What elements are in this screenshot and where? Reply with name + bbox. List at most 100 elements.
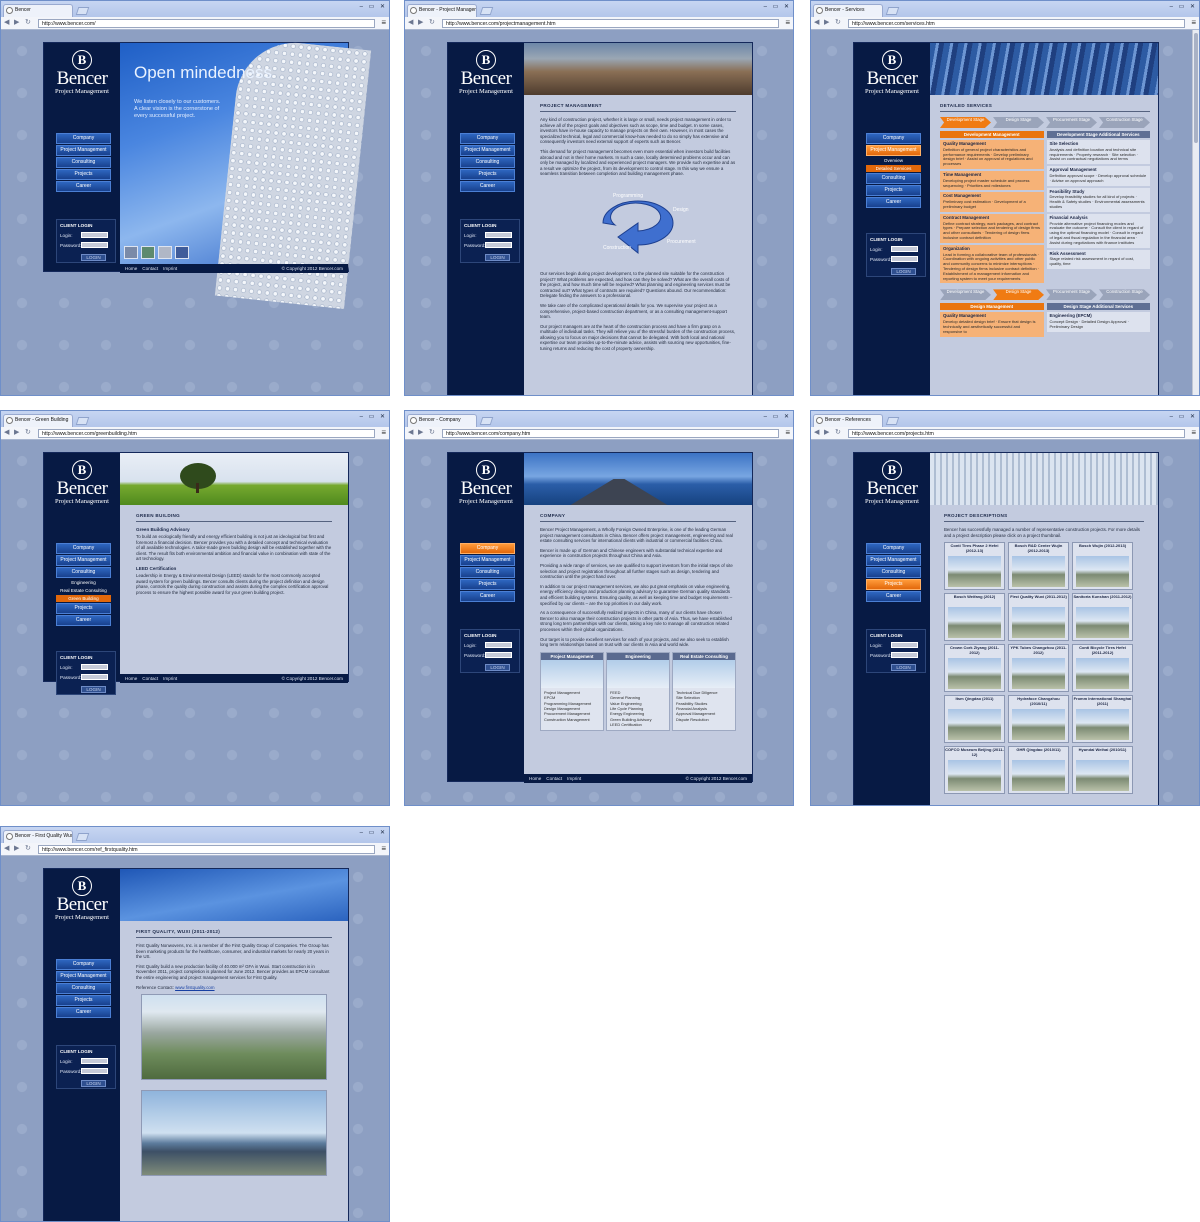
project-card[interactable]: Fromm International Shanghai (2011)	[1072, 695, 1133, 744]
thumbnail-swatch[interactable]	[158, 246, 172, 259]
nav-career[interactable]: Career	[56, 181, 111, 192]
stage-step[interactable]: Development Stage	[940, 117, 991, 128]
browser-tab[interactable]: Bencer - References	[813, 414, 883, 427]
back-icon[interactable]: ◀	[4, 18, 9, 28]
reload-icon[interactable]: ↻	[25, 428, 31, 438]
back-icon[interactable]: ◀	[4, 844, 9, 854]
footer-link-imprint[interactable]: Imprint	[163, 676, 177, 681]
bencer-logo[interactable]: B Bencer Project Management	[50, 47, 114, 107]
nav-projects[interactable]: Projects	[56, 995, 111, 1006]
project-thumbnail[interactable]	[1012, 658, 1065, 690]
browser-tab[interactable]: Bencer - Company	[407, 414, 477, 427]
nav-consulting[interactable]: Consulting	[56, 157, 111, 168]
project-thumbnail[interactable]	[948, 658, 1001, 690]
nav-company[interactable]: Company	[460, 133, 515, 144]
forward-icon[interactable]: ▶	[418, 428, 423, 438]
login-button[interactable]: LOGIN	[81, 254, 106, 261]
project-thumbnail[interactable]	[948, 556, 1001, 588]
project-card[interactable]: Itsm Qingdao (2011)	[944, 695, 1005, 744]
password-input[interactable]	[891, 256, 918, 262]
nav-project-management[interactable]: Project Management	[866, 555, 921, 566]
reload-icon[interactable]: ↻	[429, 18, 435, 28]
back-icon[interactable]: ◀	[408, 428, 413, 438]
thumbnail-swatch[interactable]	[124, 246, 138, 259]
subnav-real-estate-consulting[interactable]: Real Estate Consulting	[56, 587, 111, 594]
service-link[interactable]: Construction Management	[544, 717, 600, 722]
reference-link[interactable]: www.firstquality.com	[175, 985, 214, 990]
nav-projects[interactable]: Projects	[56, 603, 111, 614]
menu-icon[interactable]: ≡	[1191, 428, 1196, 438]
reload-icon[interactable]: ↻	[429, 428, 435, 438]
bencer-logo[interactable]: B Bencer Project Management	[50, 457, 114, 517]
url-input[interactable]: http://www.bencer.com/	[38, 19, 375, 28]
nav-projects[interactable]: Projects	[460, 169, 515, 180]
footer-link-home[interactable]: Home	[125, 266, 137, 271]
new-tab-button[interactable]	[479, 417, 494, 425]
login-button[interactable]: LOGIN	[485, 254, 510, 261]
nav-career[interactable]: Career	[460, 181, 515, 192]
footer-link-home[interactable]: Home	[529, 776, 541, 781]
login-input[interactable]	[485, 232, 512, 238]
nav-company[interactable]: Company	[866, 543, 921, 554]
new-tab-button[interactable]	[75, 7, 90, 15]
thumbnail-swatch[interactable]	[141, 246, 155, 259]
new-tab-button[interactable]	[75, 417, 90, 425]
nav-project-management[interactable]: Project Management	[460, 145, 515, 156]
footer-link-contact[interactable]: Contact	[142, 676, 158, 681]
service-column[interactable]: Real Estate Consulting Technical Due Dili…	[672, 651, 736, 731]
project-card[interactable]: First Quality Wuxi (2011-2012)	[1008, 593, 1069, 642]
browser-tab[interactable]: Bencer - First Quality Wuxi	[3, 830, 73, 843]
project-card[interactable]: Bosch Weifang (2012)	[944, 593, 1005, 642]
window-controls[interactable]: – ▭ ✕	[360, 829, 387, 836]
subnav-engineering[interactable]: Engineering	[56, 579, 111, 586]
back-icon[interactable]: ◀	[4, 428, 9, 438]
service-link[interactable]: Dispute Resolution	[676, 717, 732, 722]
new-tab-button[interactable]	[75, 833, 90, 841]
stage-step[interactable]: Construction Stage	[1099, 289, 1150, 301]
nav-career[interactable]: Career	[866, 197, 921, 208]
nav-projects[interactable]: Projects	[866, 185, 921, 196]
bencer-logo[interactable]: B Bencer Project Management	[860, 47, 924, 107]
menu-icon[interactable]: ≡	[381, 844, 386, 854]
nav-project-management[interactable]: Project Management	[56, 145, 111, 156]
menu-icon[interactable]: ≡	[381, 18, 386, 28]
login-button[interactable]: LOGIN	[81, 686, 106, 693]
login-input[interactable]	[81, 232, 108, 238]
project-thumbnail[interactable]	[1076, 607, 1129, 639]
stage-step[interactable]: Design Stage	[993, 289, 1044, 301]
new-tab-button[interactable]	[885, 7, 900, 15]
bencer-logo[interactable]: B Bencer Project Management	[860, 457, 924, 517]
project-thumbnail[interactable]	[1076, 658, 1129, 690]
nav-project-management[interactable]: Project Management	[56, 971, 111, 982]
project-thumbnail[interactable]	[1012, 556, 1065, 588]
project-card[interactable]: Conti Tires Phase 2 Hefei (2012-13)	[944, 542, 1005, 591]
forward-icon[interactable]: ▶	[14, 428, 19, 438]
login-input[interactable]	[891, 642, 918, 648]
footer-link-contact[interactable]: Contact	[546, 776, 562, 781]
login-button[interactable]: LOGIN	[891, 664, 916, 671]
nav-career[interactable]: Career	[866, 591, 921, 602]
vertical-scrollbar[interactable]	[1192, 30, 1199, 395]
menu-icon[interactable]: ≡	[381, 428, 386, 438]
project-card[interactable]: Conti Bicycle Tires Hefei (2011-2012)	[1072, 644, 1133, 693]
browser-tab[interactable]: Bencer	[3, 4, 73, 17]
project-thumbnail[interactable]	[1076, 760, 1129, 792]
nav-consulting[interactable]: Consulting	[56, 983, 111, 994]
reload-icon[interactable]: ↻	[835, 18, 841, 28]
service-link[interactable]: LEED Certification	[610, 722, 666, 727]
browser-tab[interactable]: Bencer - Services	[813, 4, 883, 17]
subnav-overview[interactable]: Overview	[866, 157, 921, 164]
project-thumbnail[interactable]	[1076, 556, 1129, 588]
project-card[interactable]: Crown Cork Ziyang (2011-2012)	[944, 644, 1005, 693]
nav-company[interactable]: Company	[56, 543, 111, 554]
url-input[interactable]: http://www.bencer.com/greenbuilding.htm	[38, 429, 375, 438]
window-controls[interactable]: – ▭ ✕	[1170, 3, 1197, 10]
subnav-green-building[interactable]: Green Building	[56, 595, 111, 602]
subnav-detailed-services[interactable]: Detailed Services	[866, 165, 921, 172]
forward-icon[interactable]: ▶	[418, 18, 423, 28]
thumbnail-swatch[interactable]	[175, 246, 189, 259]
login-button[interactable]: LOGIN	[891, 268, 916, 275]
nav-career[interactable]: Career	[56, 615, 111, 626]
project-card[interactable]: COFCO Museum Beijing (2011-12)	[944, 746, 1005, 795]
nav-company[interactable]: Company	[866, 133, 921, 144]
